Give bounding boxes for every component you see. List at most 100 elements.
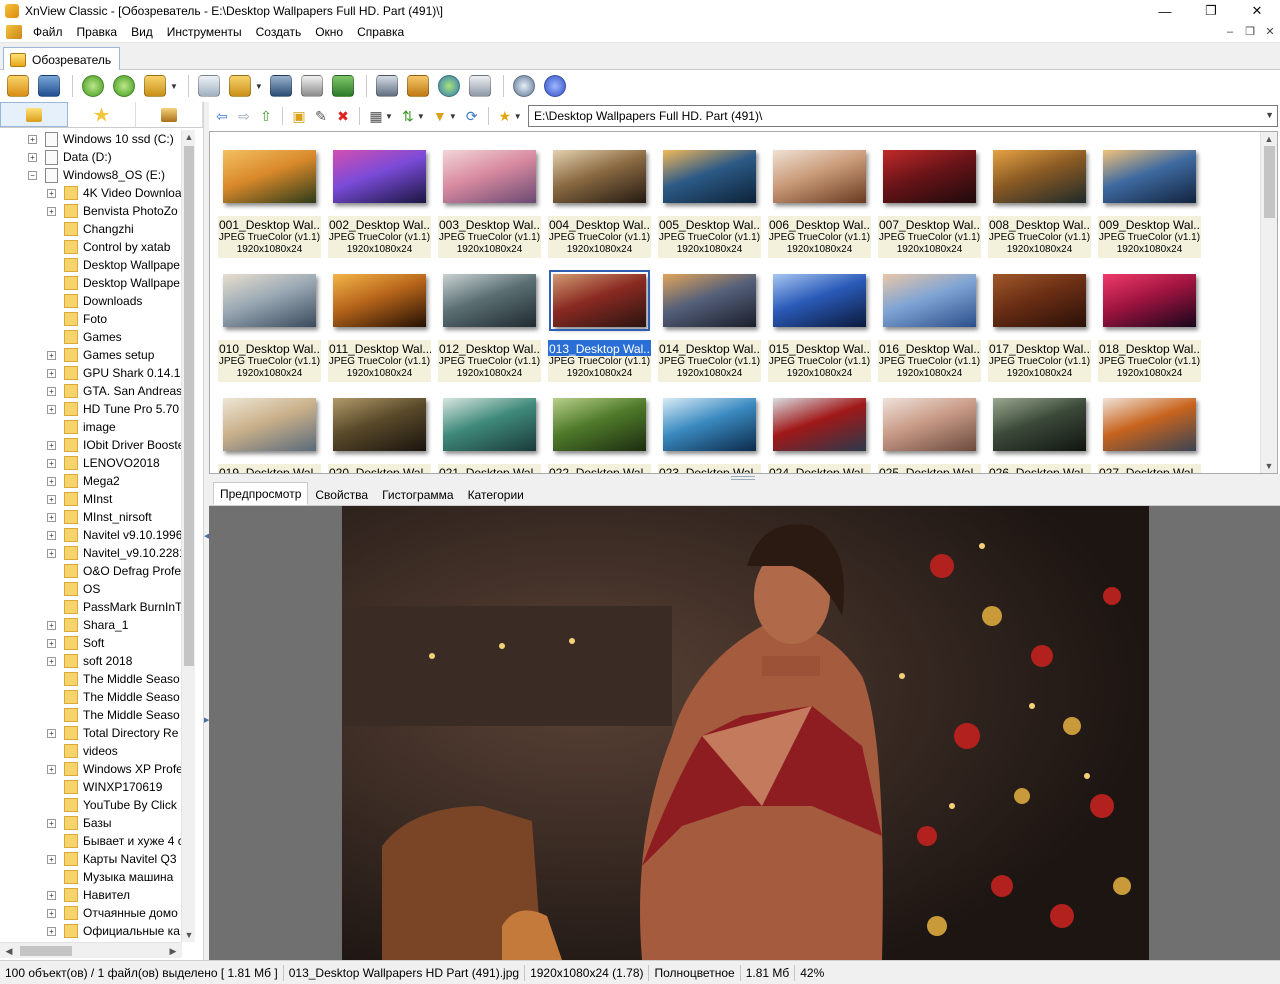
thumbnail-image[interactable] <box>773 398 866 451</box>
scroll-down-arrow-icon[interactable]: ▼ <box>1262 459 1276 473</box>
expand-icon[interactable]: + <box>47 458 56 468</box>
thumbnail-image[interactable] <box>443 398 536 451</box>
thumbnail-item[interactable]: 006_Desktop Wal... JPEG TrueColor (v1.1) 1… <box>768 142 871 260</box>
expand-icon[interactable]: + <box>47 620 56 630</box>
expand-icon[interactable]: + <box>47 350 56 360</box>
tree-item[interactable]: The Middle Seaso <box>0 670 182 688</box>
expand-icon[interactable]: + <box>47 404 56 414</box>
thumbnail-image[interactable] <box>883 274 976 327</box>
thumbnail-image[interactable] <box>553 398 646 451</box>
copy-to-button[interactable] <box>226 72 254 100</box>
thumbnail-item[interactable]: 018_Desktop Wal... JPEG TrueColor (v1.1) 1… <box>1098 266 1201 384</box>
thumbnail-frame[interactable] <box>770 142 869 211</box>
menu-window[interactable]: Окно <box>308 22 350 43</box>
tree-vertical-scrollbar[interactable]: ▲ ▼ <box>181 130 195 942</box>
tab-browser[interactable]: Обозреватель <box>3 47 120 71</box>
tree-item[interactable]: + Mega2 <box>0 472 182 490</box>
tree-item[interactable]: Changzhi <box>0 220 182 238</box>
tree-item[interactable]: + Отчаянные домо <box>0 904 182 922</box>
tree-hscroll-thumb[interactable] <box>20 946 72 956</box>
thumbnail-image[interactable] <box>333 150 426 203</box>
thumbnail-item[interactable]: 003_Desktop Wal... JPEG TrueColor (v1.1) 1… <box>438 142 541 260</box>
expand-icon[interactable]: + <box>47 368 56 378</box>
chevron-down-icon[interactable]: ▼ <box>449 112 457 121</box>
thumbnail-frame[interactable] <box>990 142 1089 211</box>
tree-item[interactable]: + Базы <box>0 814 182 832</box>
thumbnail-frame[interactable] <box>440 266 539 335</box>
rotate-left-button[interactable] <box>79 72 107 100</box>
rotate-right-button[interactable] <box>110 72 138 100</box>
thumbnail-item[interactable]: 010_Desktop Wal... JPEG TrueColor (v1.1) 1… <box>218 266 321 384</box>
tree-item[interactable]: The Middle Seaso <box>0 688 182 706</box>
thumbnail-image[interactable] <box>663 150 756 203</box>
scroll-right-arrow-icon[interactable]: ▶ <box>166 944 180 958</box>
preview-splitter[interactable] <box>209 474 1280 482</box>
thumbnail-item[interactable]: 016_Desktop Wal... JPEG TrueColor (v1.1) 1… <box>878 266 981 384</box>
tree-item[interactable]: + Shara_1 <box>0 616 182 634</box>
expand-icon[interactable]: + <box>47 548 56 558</box>
open-button[interactable] <box>195 72 223 100</box>
expand-icon[interactable]: + <box>47 656 56 666</box>
tree-item[interactable]: + Soft <box>0 634 182 652</box>
thumbnail-frame[interactable] <box>880 142 979 211</box>
tree-item[interactable]: + Data (D:) <box>0 148 182 166</box>
contact-sheet-button[interactable] <box>466 72 494 100</box>
scroll-up-arrow-icon[interactable]: ▲ <box>1262 132 1276 146</box>
thumbnail-image[interactable] <box>663 398 756 451</box>
mdi-restore-button[interactable]: ❐ <box>1240 22 1260 43</box>
menu-create[interactable]: Создать <box>249 22 309 43</box>
tree-scroll-thumb[interactable] <box>184 146 194 666</box>
tree-item[interactable]: + Navitel v9.10.1996 <box>0 526 182 544</box>
tree-item[interactable]: Desktop Wallpape <box>0 274 182 292</box>
mdi-close-button[interactable]: ✕ <box>1260 22 1280 43</box>
thumbnail-image[interactable] <box>549 270 650 331</box>
expand-icon[interactable]: + <box>47 494 56 504</box>
tree-item[interactable]: + Windows 10 ssd (C:) <box>0 130 182 148</box>
tree-item[interactable]: + IObit Driver Booste <box>0 436 182 454</box>
new-folder-button[interactable]: ▣ <box>288 105 310 127</box>
thumbnail-image[interactable] <box>1103 274 1196 327</box>
tree-item[interactable]: + MInst_nirsoft <box>0 508 182 526</box>
close-button[interactable]: ✕ <box>1234 0 1280 22</box>
thumbnail-item[interactable]: 008_Desktop Wal... JPEG TrueColor (v1.1) 1… <box>988 142 1091 260</box>
thumbnail-item[interactable]: 017_Desktop Wal... JPEG TrueColor (v1.1) 1… <box>988 266 1091 384</box>
tree-item[interactable]: + Navitel_v9.10.2281 <box>0 544 182 562</box>
tab-categories-preview[interactable]: Категории <box>461 484 531 505</box>
thumbnail-item[interactable]: 027_Desktop Wal...JPEG TrueColor (v1.1)1… <box>1098 390 1201 473</box>
tab-histogram[interactable]: Гистограмма <box>375 484 460 505</box>
expand-icon[interactable]: + <box>28 134 37 144</box>
rename-button[interactable]: ✎ <box>310 105 332 127</box>
thumbnail-item[interactable]: 024_Desktop Wal...JPEG TrueColor (v1.1)1… <box>768 390 871 473</box>
thumbnail-item[interactable]: 011_Desktop Wal... JPEG TrueColor (v1.1) 1… <box>328 266 431 384</box>
thumbnail-frame[interactable] <box>220 266 319 335</box>
tree-item[interactable]: + Карты Navitel Q3 <box>0 850 182 868</box>
thumbnail-item[interactable]: 005_Desktop Wal... JPEG TrueColor (v1.1) 1… <box>658 142 761 260</box>
about-button[interactable] <box>541 72 569 100</box>
menu-help[interactable]: Справка <box>350 22 411 43</box>
menu-view[interactable]: Вид <box>124 22 160 43</box>
tree-item[interactable]: PassMark BurnInT <box>0 598 182 616</box>
mdi-minimize-button[interactable]: ‒ <box>1220 22 1240 43</box>
expand-icon[interactable]: + <box>47 206 56 216</box>
thumbnail-image[interactable] <box>443 150 536 203</box>
tree-item[interactable]: O&O Defrag Profe <box>0 562 182 580</box>
move-to-button[interactable] <box>141 72 169 100</box>
thumbnail-item[interactable]: 002_Desktop Wal... JPEG TrueColor (v1.1) 1… <box>328 142 431 260</box>
tree-item[interactable]: − Windows8_OS (E:) <box>0 166 182 184</box>
address-bar[interactable]: E:\Desktop Wallpapers Full HD. Part (491… <box>528 105 1278 127</box>
expand-icon[interactable]: + <box>47 188 56 198</box>
tree-item[interactable]: + Total Directory Re <box>0 724 182 742</box>
thumbnail-image[interactable] <box>883 398 976 451</box>
refresh-button[interactable]: ⟳ <box>461 105 483 127</box>
tree-item[interactable]: image <box>0 418 182 436</box>
document-menu-icon[interactable] <box>6 25 22 39</box>
thumbnail-image[interactable] <box>773 274 866 327</box>
expand-icon[interactable]: + <box>47 764 56 774</box>
thumbnail-item[interactable]: 026_Desktop Wal...JPEG TrueColor (v1.1)1… <box>988 390 1091 473</box>
thumbnail-frame[interactable] <box>660 266 759 335</box>
capture-button[interactable] <box>373 72 401 100</box>
menu-file[interactable]: Файл <box>26 22 70 43</box>
thumbnail-frame[interactable] <box>220 142 319 211</box>
thumbnail-image[interactable] <box>993 274 1086 327</box>
tree-item[interactable]: + LENOVO2018 <box>0 454 182 472</box>
